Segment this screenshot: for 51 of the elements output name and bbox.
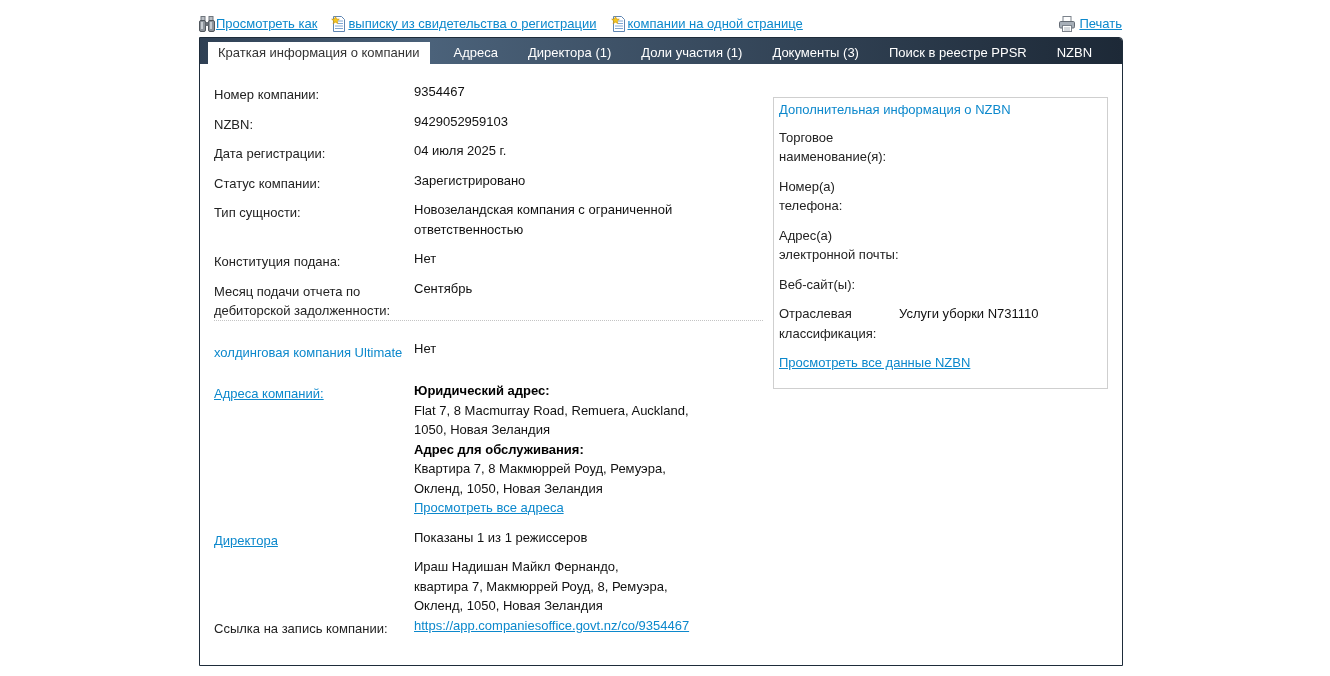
field-label: NZBN: xyxy=(214,115,254,134)
binoculars-icon xyxy=(199,15,215,32)
toolbar-link[interactable]: компании на одной странице xyxy=(627,15,803,32)
field-value: 04 июля 2025 г. xyxy=(414,142,508,160)
field-label: Месяц подачи отчета по дебиторской задолженности: xyxy=(214,282,392,320)
nzbn-field-label: Веб-сайт(ы): xyxy=(779,275,857,294)
all-nzbn-data-link[interactable]: Просмотреть все данные NZBN xyxy=(779,355,971,370)
toolbar-link[interactable]: выписку из свидетельства о регистрации xyxy=(348,15,597,32)
all-addresses-link[interactable]: Просмотреть все адреса xyxy=(414,500,564,515)
addresses-link[interactable]: Адреса компаний: xyxy=(214,386,324,401)
address-heading: Адрес для обслуживания: xyxy=(414,440,585,459)
directors-summary: Показаны 1 из 1 режиссеров xyxy=(414,528,589,547)
tab[interactable]: Директора (1) xyxy=(512,42,627,64)
tab[interactable]: Краткая информация о компании xyxy=(208,42,430,64)
toolbar-link[interactable]: Просмотреть как xyxy=(216,15,318,32)
address-heading: Юридический адрес: xyxy=(414,382,551,400)
field-value: 9354467 xyxy=(414,83,466,101)
address-text: Квартира 7, 8 Макмюррей Роуд, Ремуэра, Окленд, 1050, Новая Зеландия xyxy=(414,460,667,498)
nzbn-field-label: Адрес(а) электронной почты: xyxy=(779,226,899,264)
nzbn-field-value: Услуги уборки N731110 xyxy=(899,305,1040,323)
field-label: Ссылка на запись компании: xyxy=(214,619,389,638)
tab[interactable]: NZBN xyxy=(1041,42,1108,64)
printer-icon xyxy=(1059,15,1076,32)
field-value: Зарегистрировано xyxy=(414,171,527,190)
field-label: Номер компании: xyxy=(214,86,321,104)
nzbn-field-label: Торговое наименование(я): xyxy=(779,128,888,166)
nzbn-field-label: Номер(а) телефона: xyxy=(779,177,844,215)
field-label: Дата регистрации: xyxy=(214,145,327,163)
address-text: Flat 7, 8 Macmurray Road, Remuera, Auckland, 1050, Новая Зеландия xyxy=(414,401,690,439)
tab[interactable]: Адреса xyxy=(438,42,513,64)
director-address: квартира 7, Макмюррей Роуд, 8, Ремуэра, Окленд, 1050, Новая Зеландия xyxy=(414,577,669,615)
field-label: Тип сущности: xyxy=(214,204,302,222)
tab[interactable]: Доли участия (1) xyxy=(626,42,758,64)
field-value: Нет xyxy=(414,339,438,358)
tab[interactable]: Поиск в реестре PPSR xyxy=(873,42,1042,64)
field-value: Новозеландская компания с ограниченной ответственностью xyxy=(414,201,674,239)
document-star-icon xyxy=(610,15,627,32)
field-value: Сентябрь xyxy=(414,279,474,298)
tab[interactable]: Документы (3) xyxy=(757,42,874,64)
field-value: Нет xyxy=(414,250,438,268)
director-name: Ираш Надишан Майкл Фернандо, xyxy=(414,558,620,576)
holding-company-term[interactable]: холдинговая компания Ultimate xyxy=(214,338,414,362)
nzbn-box-title: Дополнительная информация о NZBN xyxy=(779,101,1012,119)
nzbn-field-label: Отраслевая классификация: xyxy=(779,305,878,343)
record-url-link[interactable]: https://app.companiesoffice.govt.nz/co/9354467 xyxy=(414,617,690,633)
document-star-icon xyxy=(331,15,348,32)
directors-link[interactable]: Директора xyxy=(214,532,278,548)
print-link[interactable]: Печать xyxy=(1079,15,1122,32)
field-value: 9429052959103 xyxy=(414,112,509,131)
field-label: Конституция подана: xyxy=(214,253,342,271)
field-label: Статус компании: xyxy=(214,174,322,193)
